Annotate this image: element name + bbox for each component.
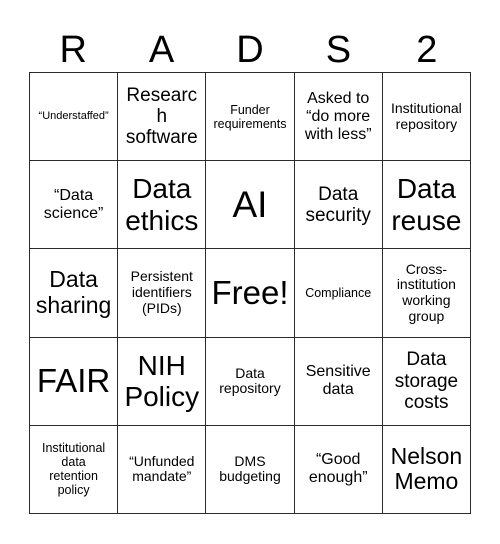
bingo-cell-label: Compliance [305, 285, 372, 300]
bingo-cell[interactable]: Cross- institution working group [382, 249, 471, 338]
bingo-cell-label: Data storage costs [394, 349, 459, 413]
bingo-cell[interactable]: Data sharing [30, 249, 119, 338]
bingo-cell-label: Data security [305, 183, 371, 226]
bingo-cell-label: Asked to “do more with less” [304, 89, 372, 143]
bingo-cell[interactable]: Research software [118, 73, 207, 162]
bingo-cell-label: “Unfunded mandate” [129, 452, 195, 485]
bingo-card: R A D S 2 “Understaffed” Research softwar… [0, 0, 500, 544]
bingo-cell-label: Persistent identifiers (PIDs) [130, 268, 193, 316]
bingo-cell-label: “Good enough” [308, 451, 368, 487]
bingo-header-letter-4: S [325, 29, 352, 71]
bingo-header-letter-3: D [236, 29, 264, 71]
bingo-cell[interactable]: Asked to “do more with less” [294, 73, 383, 162]
bingo-cell[interactable]: Data storage costs [382, 337, 471, 426]
bingo-cell-label: “Understaffed” [38, 110, 109, 123]
bingo-cell-label: Sensitive data [305, 363, 371, 399]
bingo-cell[interactable]: Persistent identifiers (PIDs) [118, 249, 207, 338]
bingo-cell-label: Data repository [219, 364, 281, 397]
bingo-cell-label: Institutional repository [390, 99, 462, 132]
bingo-cell[interactable]: Institutional data retention policy [30, 425, 119, 514]
bingo-cell[interactable]: Free! [206, 249, 295, 338]
bingo-cell[interactable]: Compliance [294, 249, 383, 338]
bingo-cell-label: Data sharing [35, 266, 112, 318]
bingo-cell[interactable]: Data repository [206, 337, 295, 426]
bingo-cell[interactable]: NIH Policy [118, 337, 207, 426]
bingo-cell[interactable]: FAIR [30, 337, 119, 426]
bingo-cell-label: Cross- institution working group [396, 260, 456, 324]
bingo-cell[interactable]: Data reuse [382, 161, 471, 250]
bingo-cell[interactable]: “Good enough” [294, 425, 383, 514]
bingo-cell-label: Nelson Memo [390, 442, 463, 495]
bingo-cell-label: DMS budgeting [219, 452, 281, 485]
bingo-cell-label: NIH Policy [124, 349, 200, 413]
bingo-cell[interactable]: Data security [294, 161, 383, 250]
bingo-cell-label: “Data science” [43, 186, 104, 222]
bingo-cell-label: Free! [211, 273, 289, 311]
bingo-cell[interactable]: “Understaffed” [30, 73, 119, 162]
bingo-cell[interactable]: Institutional repository [382, 73, 471, 162]
bingo-cell-label: Institutional data retention policy [41, 441, 106, 498]
bingo-grid: “Understaffed” Research software Funder re… [29, 72, 471, 514]
bingo-cell-label: Research software [125, 84, 198, 149]
bingo-cell-label: Funder requirements [213, 102, 287, 131]
bingo-cell[interactable]: AI [206, 161, 295, 250]
bingo-cell[interactable]: Sensitive data [294, 337, 383, 426]
bingo-header-row: R A D S 2 [29, 18, 471, 72]
bingo-cell[interactable]: Data ethics [118, 161, 207, 250]
bingo-cell-label: FAIR [36, 361, 111, 399]
bingo-cell[interactable]: “Data science” [30, 161, 119, 250]
bingo-header-letter-5: 2 [416, 29, 438, 71]
bingo-cell-label: Data ethics [125, 173, 199, 236]
bingo-cell[interactable]: Nelson Memo [382, 425, 471, 514]
bingo-header-letter-2: A [148, 29, 175, 71]
bingo-cell[interactable]: “Unfunded mandate” [118, 425, 207, 514]
bingo-header-letter-1: R [59, 29, 87, 71]
bingo-cell[interactable]: Funder requirements [206, 73, 295, 162]
bingo-cell[interactable]: DMS budgeting [206, 425, 295, 514]
bingo-cell-label: AI [232, 184, 268, 226]
bingo-cell-label: Data reuse [391, 173, 462, 236]
